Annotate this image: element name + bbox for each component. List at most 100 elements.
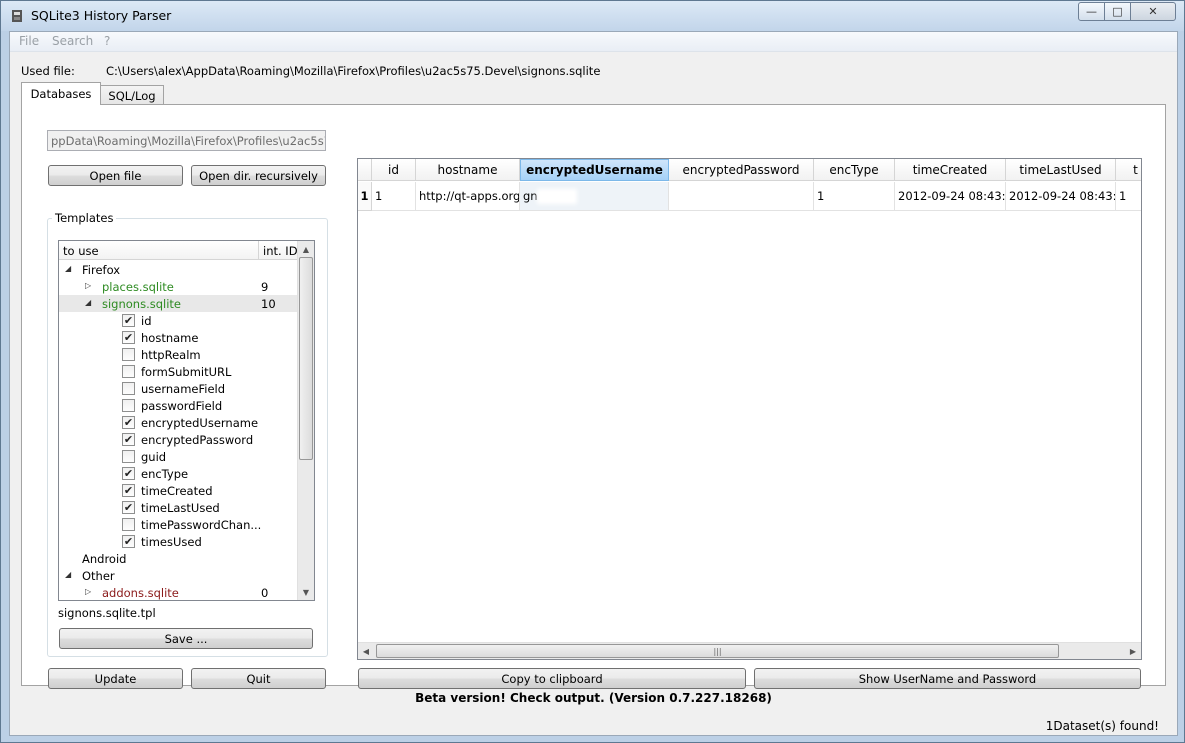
tree-field-item[interactable]: ✔ timeLastUsed (59, 499, 299, 516)
tree-node[interactable]: ◢ Firefox (59, 261, 299, 278)
tree-vertical-scrollbar[interactable]: ▲ ▼ (297, 241, 314, 600)
table-cell[interactable]: 2012-09-24 08:43:57 (895, 182, 1006, 211)
minimize-button[interactable]: — (1078, 2, 1105, 21)
scroll-right-icon[interactable]: ▶ (1125, 643, 1141, 659)
tree-node-label: addons.sqlite (102, 586, 179, 600)
checkbox[interactable] (122, 348, 135, 361)
tab-databases[interactable]: Databases (21, 82, 101, 105)
tree-node[interactable]: Android (59, 550, 299, 567)
tree-field-item[interactable]: ✔ timeCreated (59, 482, 299, 499)
h-scroll-thumb[interactable]: ||| (376, 644, 1059, 658)
tree-field-label: timeCreated (141, 484, 213, 498)
tree-field-label: timePasswordChan... (141, 518, 262, 532)
tree-field-item[interactable]: formSubmitURL (59, 363, 299, 380)
tree-field-item[interactable]: usernameField (59, 380, 299, 397)
tree-node[interactable]: ▷ addons.sqlite 0 (59, 584, 299, 600)
expand-arrow-icon[interactable]: ▷ (85, 281, 91, 290)
table-corner[interactable] (358, 159, 372, 181)
tab-sql-log[interactable]: SQL/Log (100, 85, 164, 106)
table-cell[interactable]: 1 (814, 182, 895, 211)
column-header[interactable]: encryptedUsername (520, 159, 669, 181)
tree-field-item[interactable]: httpRealm (59, 346, 299, 363)
tree-field-item[interactable]: ✔ id (59, 312, 299, 329)
table-cell[interactable] (669, 182, 814, 211)
column-header[interactable]: id (372, 159, 416, 181)
version-message: Beta version! Check output. (Version 0.7… (415, 691, 772, 705)
menu-file[interactable]: File (19, 34, 39, 48)
app-icon (12, 10, 22, 22)
tree-field-item[interactable]: ✔ hostname (59, 329, 299, 346)
collapse-arrow-icon[interactable]: ◢ (85, 298, 91, 307)
table-cell[interactable]: http://qt-apps.org (416, 182, 520, 211)
checkbox[interactable]: ✔ (122, 433, 135, 446)
checkbox[interactable]: ✔ (122, 331, 135, 344)
checkbox[interactable] (122, 399, 135, 412)
checkbox[interactable] (122, 365, 135, 378)
checkbox[interactable]: ✔ (122, 535, 135, 548)
templates-title: Templates (52, 211, 117, 225)
row-header[interactable]: 1 (358, 182, 372, 211)
table-cell[interactable]: 1 (372, 182, 416, 211)
show-username-password-button[interactable]: Show UserName and Password (754, 668, 1141, 689)
tree-field-item[interactable]: ✔ timesUsed (59, 533, 299, 550)
scroll-up-icon[interactable]: ▲ (298, 241, 314, 257)
collapse-arrow-icon[interactable]: ◢ (65, 264, 71, 273)
tree-field-item[interactable]: ✔ encType (59, 465, 299, 482)
tree-node-label: Android (82, 552, 127, 566)
scroll-down-icon[interactable]: ▼ (298, 584, 314, 600)
menu-help[interactable]: ? (104, 34, 110, 48)
tree-field-item[interactable]: ✔ encryptedUsername (59, 414, 299, 431)
collapse-arrow-icon[interactable]: ◢ (65, 570, 71, 579)
templates-tree[interactable]: to use int. ID ◢ Firefox ▷ places.sqlite 9 ◢ s… (58, 240, 315, 601)
checkbox[interactable]: ✔ (122, 467, 135, 480)
tree-header-int-id[interactable]: int. ID (263, 244, 298, 258)
tree-node[interactable]: ▷ places.sqlite 9 (59, 278, 299, 295)
tree-node[interactable]: ◢ signons.sqlite 10 (59, 295, 299, 312)
table-horizontal-scrollbar[interactable]: ◀ ||| ▶ (358, 642, 1141, 659)
title-bar: SQLite3 History Parser — □ ✕ (1, 1, 1184, 31)
expand-arrow-icon[interactable]: ▷ (85, 587, 91, 596)
table-cell[interactable]: 2012-09-24 08:43:57 (1006, 182, 1116, 211)
checkbox[interactable] (122, 382, 135, 395)
column-header[interactable]: t (1116, 159, 1141, 181)
client-area: File Search ? Used file: C:\Users\alex\A… (9, 31, 1178, 736)
menu-search[interactable]: Search (52, 34, 93, 48)
update-button[interactable]: Update (48, 668, 183, 689)
checkbox[interactable]: ✔ (122, 501, 135, 514)
path-input[interactable]: ppData\Roaming\Mozilla\Firefox\Profiles\… (47, 130, 326, 151)
status-message: 1Dataset(s) found! (1045, 719, 1159, 733)
scroll-thumb[interactable] (299, 257, 313, 460)
checkbox[interactable] (122, 450, 135, 463)
tree-field-label: encryptedPassword (141, 433, 254, 447)
tree-node[interactable]: ◢ Other (59, 567, 299, 584)
tree-node-id: 9 (261, 280, 269, 294)
checkbox[interactable]: ✔ (122, 314, 135, 327)
table-cell[interactable]: 1 (1116, 182, 1141, 211)
checkbox[interactable]: ✔ (122, 484, 135, 497)
table-cell[interactable]: gn (520, 182, 669, 211)
maximize-button[interactable]: □ (1104, 2, 1131, 21)
checkbox[interactable] (122, 518, 135, 531)
checkbox[interactable]: ✔ (122, 416, 135, 429)
close-button[interactable]: ✕ (1130, 2, 1176, 21)
used-file-label: Used file: (21, 64, 75, 78)
tree-field-item[interactable]: guid (59, 448, 299, 465)
column-header[interactable]: encType (814, 159, 895, 181)
column-header[interactable]: timeCreated (895, 159, 1006, 181)
tree-field-item[interactable]: ✔ encryptedPassword (59, 431, 299, 448)
open-dir-button[interactable]: Open dir. recursively (191, 165, 326, 186)
column-header[interactable]: hostname (416, 159, 520, 181)
tree-header-to-use[interactable]: to use (63, 244, 99, 258)
open-file-button[interactable]: Open file (48, 165, 183, 186)
tree-field-item[interactable]: passwordField (59, 397, 299, 414)
tree-field-item[interactable]: timePasswordChan... (59, 516, 299, 533)
save-button[interactable]: Save ... (59, 628, 313, 649)
column-header[interactable]: timeLastUsed (1006, 159, 1116, 181)
quit-button[interactable]: Quit (191, 668, 326, 689)
copy-to-clipboard-button[interactable]: Copy to clipboard (358, 668, 746, 689)
column-header[interactable]: encryptedPassword (669, 159, 814, 181)
scroll-left-icon[interactable]: ◀ (358, 643, 374, 659)
window-title: SQLite3 History Parser (31, 8, 172, 23)
results-table[interactable]: id hostname encryptedUsername encryptedPass… (357, 158, 1142, 660)
menu-bar: File Search ? (10, 32, 1177, 52)
